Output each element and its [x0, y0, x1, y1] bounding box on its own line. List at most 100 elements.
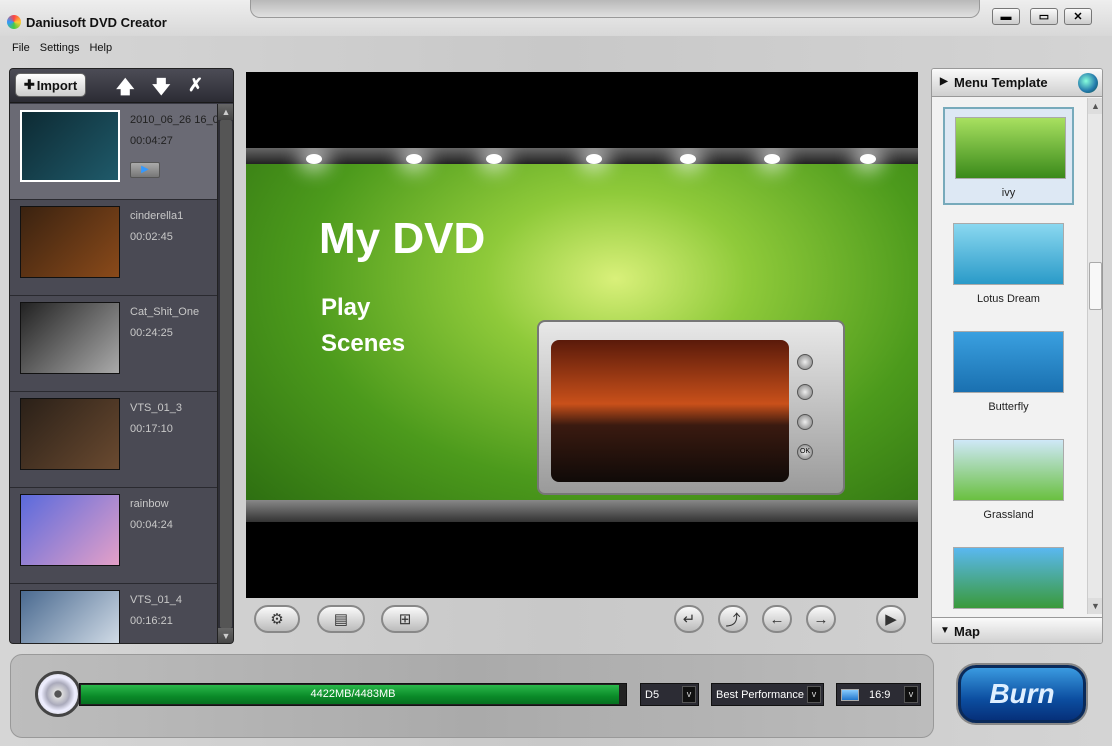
spotlight: [306, 154, 322, 164]
preview-stage: My DVD Play Scenes OK: [246, 148, 918, 522]
template-scrollbar[interactable]: ▲ ▼: [1087, 98, 1102, 614]
import-label: Import: [36, 77, 78, 93]
quality-select[interactable]: Best Performance v: [711, 683, 824, 706]
spotlight: [406, 154, 422, 164]
video-list-panel: ✚ Import 🡅 🡇 ✗ 2010_06_26 16_0 00:04:27 ▶ …: [9, 68, 234, 644]
settings-gear-icon[interactable]: ⚙: [254, 605, 300, 633]
template-item[interactable]: Butterfly: [943, 323, 1074, 421]
title-decoration: [250, 0, 980, 18]
move-down-icon[interactable]: 🡇: [152, 75, 171, 105]
template-thumbnail: [955, 117, 1066, 179]
video-list-item[interactable]: VTS_01_3 00:17:10: [10, 392, 217, 488]
dropdown-arrow-icon[interactable]: v: [807, 686, 821, 703]
template-name: ivy: [1001, 187, 1016, 199]
menu-help[interactable]: Help: [89, 42, 112, 58]
template-item[interactable]: Grassland: [943, 431, 1074, 529]
dvd-menu-title[interactable]: My DVD: [319, 214, 485, 264]
up-icon[interactable]: ⤴: [718, 605, 748, 633]
video-list-item[interactable]: Cat_Shit_One 00:24:25: [10, 296, 217, 392]
template-panel: ▶ Menu Template ivy Lotus Dream Butterfly…: [931, 68, 1103, 644]
collapse-triangle-icon: ▼: [940, 625, 950, 636]
dvd-play-link[interactable]: Play: [321, 294, 370, 322]
tv-frame: OK: [537, 320, 845, 495]
aspect-select[interactable]: 16:9 v: [836, 683, 921, 706]
maximize-button[interactable]: ▭: [1030, 8, 1058, 25]
play-icon[interactable]: ▶: [876, 605, 906, 633]
video-thumbnail: [20, 398, 120, 470]
template-item[interactable]: [943, 539, 1074, 615]
video-thumbnail: [20, 302, 120, 374]
scroll-thumb[interactable]: [1089, 262, 1102, 310]
move-up-icon[interactable]: 🡅: [116, 75, 135, 105]
video-toolbar: ✚ Import 🡅 🡇 ✗: [10, 69, 233, 105]
globe-icon[interactable]: [1078, 73, 1098, 93]
video-name: Cat_Shit_One: [130, 306, 200, 318]
quality-value: Best Performance: [716, 689, 805, 701]
previous-icon[interactable]: ←: [762, 605, 792, 633]
template-name: Grassland: [983, 509, 1034, 521]
dropdown-arrow-icon[interactable]: v: [682, 686, 696, 703]
template-item[interactable]: Lotus Dream: [943, 215, 1074, 313]
template-thumbnail: [953, 331, 1064, 393]
template-name: Lotus Dream: [977, 293, 1040, 305]
template-thumbnail: [953, 439, 1064, 501]
scroll-up-arrow[interactable]: ▲: [1088, 98, 1102, 114]
video-name: 2010_06_26 16_0: [130, 114, 217, 126]
remove-icon[interactable]: ✗: [188, 75, 203, 96]
map-header[interactable]: ▼ Map: [932, 617, 1102, 643]
video-list-item[interactable]: rainbow 00:04:24: [10, 488, 217, 584]
tv-knob: [797, 384, 813, 400]
template-name: Butterfly: [988, 401, 1029, 413]
template-item[interactable]: ivy: [943, 107, 1074, 205]
scroll-thumb[interactable]: [220, 120, 232, 628]
video-list-item[interactable]: VTS_01_4 00:16:21: [10, 584, 217, 643]
template-list: ivy Lotus Dream Butterfly Grassland: [932, 99, 1087, 615]
import-button[interactable]: ✚ Import: [15, 73, 86, 97]
video-duration: 00:04:24: [130, 519, 173, 531]
spotlight: [680, 154, 696, 164]
next-icon[interactable]: →: [806, 605, 836, 633]
video-list-scrollbar[interactable]: ▲ ▼: [217, 104, 233, 643]
menu-preview: My DVD Play Scenes OK: [246, 72, 918, 598]
video-name: cinderella1: [130, 210, 184, 222]
close-button[interactable]: ✕: [1064, 8, 1092, 25]
add-page-icon[interactable]: ⊞: [381, 605, 429, 633]
play-preview-icon[interactable]: ▶: [130, 162, 160, 178]
video-name: rainbow: [130, 498, 169, 510]
capacity-text: 4422MB/4483MB: [310, 688, 396, 700]
video-list-item[interactable]: 2010_06_26 16_0 00:04:27 ▶: [10, 104, 217, 200]
expand-triangle-icon: ▶: [940, 76, 948, 87]
chapters-icon[interactable]: ▤: [317, 605, 365, 633]
video-duration: 00:24:25: [130, 327, 173, 339]
menu-file[interactable]: File: [12, 42, 30, 58]
stage-rail: [246, 148, 918, 164]
spotlight: [586, 154, 602, 164]
burn-settings-bar: 4422MB/4483MB D5 v Best Performance v 16:9…: [10, 654, 934, 738]
spotlight: [486, 154, 502, 164]
menu-template-header[interactable]: ▶ Menu Template: [932, 69, 1102, 97]
scroll-down-arrow[interactable]: ▼: [218, 628, 233, 643]
tv-ok-knob: OK: [797, 444, 813, 460]
title-bar: Daniusoft DVD Creator ▬ ▭ ✕: [0, 0, 1112, 36]
scroll-down-arrow[interactable]: ▼: [1088, 598, 1102, 614]
template-thumbnail: [953, 547, 1064, 609]
return-icon[interactable]: ↵: [674, 605, 704, 633]
disc-type-value: D5: [645, 689, 660, 701]
tv-screen: [551, 340, 789, 482]
video-name: VTS_01_4: [130, 594, 182, 606]
app-logo-icon: [7, 15, 21, 29]
minimize-button[interactable]: ▬: [992, 8, 1020, 25]
disc-type-select[interactable]: D5 v: [640, 683, 699, 706]
burn-button[interactable]: Burn: [958, 665, 1086, 723]
video-list-item[interactable]: cinderella1 00:02:45: [10, 200, 217, 296]
dvd-scenes-link[interactable]: Scenes: [321, 330, 405, 358]
plus-icon: ✚: [23, 77, 35, 92]
capacity-bar: 4422MB/4483MB: [79, 683, 627, 706]
video-thumbnail: [20, 206, 120, 278]
tv-knob: [797, 354, 813, 370]
disc-icon: [35, 671, 81, 717]
dropdown-arrow-icon[interactable]: v: [904, 686, 918, 703]
video-name: VTS_01_3: [130, 402, 182, 414]
scroll-up-arrow[interactable]: ▲: [218, 104, 233, 120]
menu-settings[interactable]: Settings: [40, 42, 80, 58]
